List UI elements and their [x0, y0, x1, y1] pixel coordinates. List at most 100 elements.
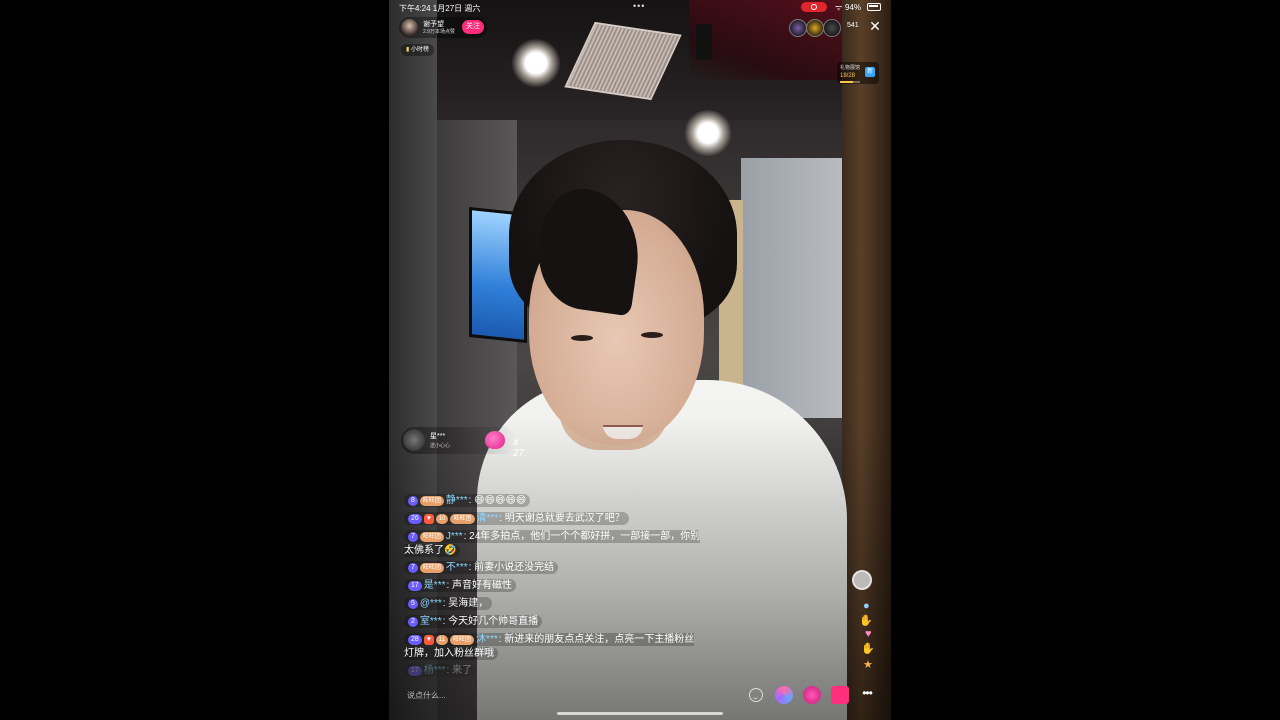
- comment-username[interactable]: 清***: [477, 513, 499, 524]
- viewer-avatar[interactable]: [789, 19, 807, 37]
- comment-input[interactable]: 说点什么...: [401, 686, 552, 706]
- streamer-fringe: [531, 183, 647, 317]
- comment-text: 吴海建，: [448, 598, 489, 609]
- comment-username[interactable]: 室***: [420, 616, 442, 627]
- wooden-door: [719, 200, 743, 390]
- shop-icon[interactable]: [831, 686, 849, 704]
- fan-level-badge: 11: [435, 635, 449, 645]
- ceiling-light: [511, 38, 561, 88]
- comment-bubble: 8 旺旺团 静***: 😄😄😄😄😄: [404, 494, 531, 507]
- viewer-avatar[interactable]: [823, 19, 841, 37]
- user-level-badge: 26: [408, 514, 422, 524]
- bar-chart-icon: ▮: [406, 47, 410, 53]
- comment-text: 😄😄😄😄😄: [474, 495, 527, 506]
- user-level-badge: 17: [408, 581, 422, 591]
- comment-row[interactable]: 7 旺旺团 不***: 前妻小说还没完结: [404, 561, 704, 575]
- follow-button[interactable]: 关注: [462, 20, 484, 34]
- comment-username[interactable]: 静***: [446, 495, 468, 506]
- floating-like-icon: ✋: [861, 643, 875, 655]
- fan-club-badge: 旺旺团: [419, 496, 444, 506]
- comment-username[interactable]: @***: [420, 598, 442, 609]
- more-icon[interactable]: •••: [859, 687, 875, 702]
- gift-gallery-bar: [840, 81, 860, 83]
- ceiling-vent: [564, 21, 682, 101]
- comment-row[interactable]: 5 @***: 吴海建，: [404, 597, 704, 611]
- user-level-badge: 2: [408, 617, 418, 627]
- streamer-neck: [559, 380, 669, 450]
- floating-like-icon: ♥: [865, 628, 872, 640]
- user-level-badge: 5: [408, 599, 418, 609]
- studio-wall-left: [437, 120, 517, 720]
- user-level-badge: 28: [408, 635, 422, 645]
- gift-combo-count: x 27: [513, 437, 525, 459]
- gift-gallery-label: 礼物展馆: [840, 65, 861, 71]
- comment-text: 明天谢总就要去武汉了吧？: [504, 513, 625, 524]
- close-icon[interactable]: ✕: [867, 18, 883, 34]
- comment-username[interactable]: 沐***: [476, 634, 498, 645]
- comment-row[interactable]: 2 室***: 今天好几个帅哥直播: [404, 615, 704, 629]
- host-avatar[interactable]: [401, 19, 418, 36]
- comment-text: 声音好有磁性: [452, 580, 513, 591]
- user-level-badge: 8: [408, 496, 418, 506]
- comment-bubble: 17 是***: 声音好有磁性: [404, 579, 517, 592]
- status-bar: 下午4:24 1月27日 週六 ••• ᯤ 94%: [389, 0, 891, 14]
- streamer-hair: [509, 140, 737, 330]
- streamer-face: [529, 210, 704, 445]
- gift-icon[interactable]: [803, 686, 821, 704]
- battery-percent: 94%: [845, 3, 862, 12]
- comment-username[interactable]: J***: [446, 531, 463, 542]
- gift-gallery-fill: [840, 81, 853, 83]
- heart-gift-icon: [485, 431, 505, 449]
- share-icon[interactable]: [775, 686, 793, 704]
- comment-username[interactable]: 是***: [424, 580, 446, 591]
- comment-bubble: 7 旺旺团 J***: 24年多拍点，他们一个个都好拼，一部接一部，你别太佛系了🤣: [404, 530, 701, 557]
- home-indicator[interactable]: [557, 712, 723, 715]
- hourly-rank-button[interactable]: ▮ 小时榜: [401, 44, 434, 56]
- comment-row[interactable]: 28 ♥ 11 旺旺团 沐***: 新进来的朋友点点关注，点亮一下主播粉丝灯牌，加入粉丝…: [404, 633, 704, 661]
- comment-row[interactable]: 8 旺旺团 静***: 😄😄😄😄😄: [404, 494, 704, 508]
- viewer-count[interactable]: 541: [847, 22, 859, 29]
- wall-monitor: [469, 206, 527, 344]
- streamer-mouth: [603, 425, 643, 439]
- comment-bubble: 17 杨***: 来了: [404, 664, 477, 677]
- hourly-rank-label: 小时榜: [410, 47, 429, 53]
- gift-gallery-widget[interactable]: 礼物展馆 18/28 新: [837, 62, 879, 84]
- comment-row[interactable]: 7 旺旺团 J***: 24年多拍点，他们一个个都好拼，一部接一部，你别太佛系了🤣: [404, 530, 704, 558]
- comment-bubble: 7 旺旺团 不***: 前妻小说还没完结: [404, 561, 559, 574]
- smile-icon[interactable]: [749, 688, 763, 702]
- new-badge-icon: 新: [865, 67, 875, 77]
- floating-like-icon: ★: [863, 659, 873, 671]
- gift-gallery-progress: 18/28: [840, 73, 856, 79]
- assistive-touch-button[interactable]: [852, 570, 872, 590]
- host-info[interactable]: 谢予望 2.9万本场点赞 关注: [399, 17, 487, 38]
- comment-username[interactable]: 杨***: [424, 665, 446, 676]
- floating-like-icon: ✋: [859, 615, 873, 627]
- fan-level-badge: 10: [435, 514, 449, 524]
- studio-ceiling: [437, 0, 842, 120]
- top-viewers[interactable]: [789, 19, 841, 37]
- ceiling-light: [683, 110, 733, 156]
- ceiling-fixture: [696, 24, 712, 60]
- vip-heart-icon: ♥: [423, 514, 434, 524]
- gift-name: 送小心心: [430, 443, 451, 449]
- fan-club-badge: 旺旺团: [450, 635, 475, 645]
- multitask-dots[interactable]: •••: [633, 1, 645, 11]
- screen: 下午4:24 1月27日 週六 ••• ᯤ 94% 谢予望 2.9万本场点赞 关…: [0, 0, 1280, 720]
- status-time: 下午4:24 1月27日 週六: [399, 4, 481, 13]
- gift-user-avatar[interactable]: [403, 429, 425, 451]
- comment-text: 来了: [452, 665, 473, 676]
- fan-club-badge: 旺旺团: [419, 563, 444, 573]
- comment-text: 前妻小说还没完结: [474, 562, 555, 573]
- comment-username[interactable]: 不***: [446, 562, 468, 573]
- studio-wall-right: [741, 158, 843, 418]
- gift-user-name: 星***: [430, 433, 446, 440]
- comment-bubble: 26 ♥ 10 旺旺团 清***: 明天谢总就要去武汉了吧？: [404, 512, 629, 525]
- comment-row[interactable]: 26 ♥ 10 旺旺团 清***: 明天谢总就要去武汉了吧？: [404, 512, 704, 526]
- viewer-avatar[interactable]: [806, 19, 824, 37]
- comment-row[interactable]: 17 是***: 声音好有磁性: [404, 579, 704, 593]
- floating-like-icon: ●: [863, 600, 870, 612]
- comment-text: 今天好几个帅哥直播: [448, 616, 539, 627]
- comment-row[interactable]: 17 杨***: 来了: [404, 664, 704, 678]
- user-level-badge: 17: [408, 666, 422, 676]
- battery-icon: [867, 3, 881, 11]
